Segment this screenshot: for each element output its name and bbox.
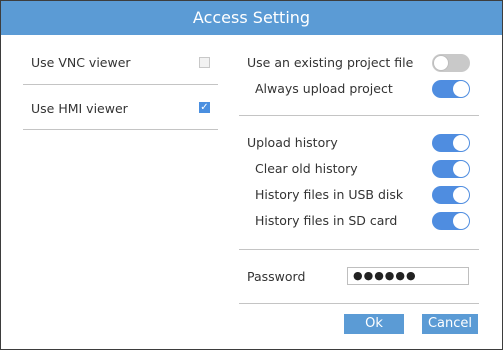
existing-project-label: Use an existing project file bbox=[247, 55, 414, 70]
upload-history-label: Upload history bbox=[247, 135, 338, 150]
existing-project-toggle[interactable] bbox=[432, 54, 470, 72]
always-upload-toggle[interactable] bbox=[432, 80, 470, 98]
history-usb-toggle[interactable] bbox=[432, 186, 470, 204]
password-field[interactable]: ●●●●●● bbox=[347, 267, 469, 285]
clear-old-history-label: Clear old history bbox=[255, 161, 358, 176]
upload-history-toggle[interactable] bbox=[432, 134, 470, 152]
hmi-viewer-label: Use HMI viewer bbox=[31, 101, 128, 116]
divider bbox=[239, 249, 479, 250]
history-sd-toggle[interactable] bbox=[432, 212, 470, 230]
toggle-knob bbox=[453, 81, 469, 97]
toggle-knob bbox=[453, 187, 469, 203]
password-label: Password bbox=[247, 269, 306, 284]
divider bbox=[239, 303, 479, 304]
history-sd-label: History files in SD card bbox=[255, 213, 398, 228]
toggle-knob bbox=[453, 135, 469, 151]
always-upload-label: Always upload project bbox=[255, 81, 393, 96]
divider bbox=[23, 84, 218, 85]
dialog-title: Access Setting bbox=[1, 1, 502, 35]
toggle-knob bbox=[453, 161, 469, 177]
check-icon: ✓ bbox=[200, 102, 209, 113]
toggle-knob bbox=[433, 55, 449, 71]
vnc-viewer-checkbox[interactable] bbox=[199, 57, 210, 68]
history-usb-label: History files in USB disk bbox=[255, 187, 404, 202]
cancel-button[interactable]: Cancel bbox=[422, 314, 478, 334]
access-setting-dialog: Access Setting Use VNC viewer Use HMI vi… bbox=[0, 0, 503, 350]
ok-button[interactable]: Ok bbox=[344, 314, 404, 334]
clear-old-history-toggle[interactable] bbox=[432, 160, 470, 178]
toggle-knob bbox=[453, 213, 469, 229]
vnc-viewer-label: Use VNC viewer bbox=[31, 55, 131, 70]
divider bbox=[239, 115, 479, 116]
divider bbox=[23, 129, 218, 130]
hmi-viewer-checkbox[interactable]: ✓ bbox=[199, 102, 210, 113]
